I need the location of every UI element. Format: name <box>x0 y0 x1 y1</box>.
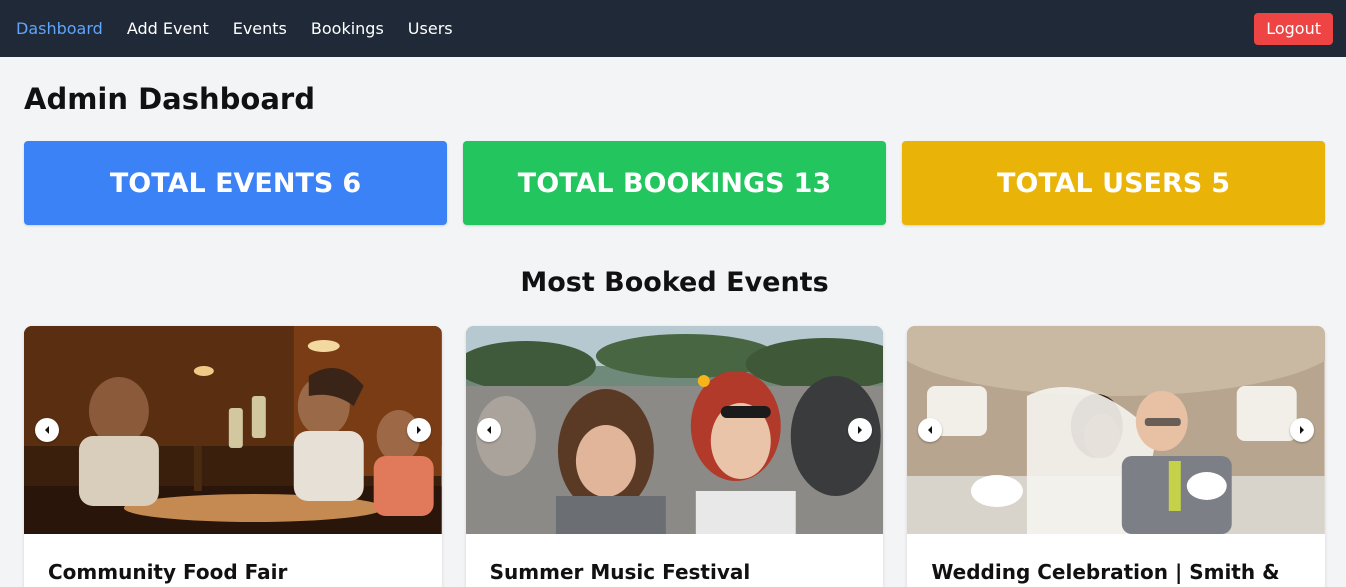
page-title: Admin Dashboard <box>24 82 315 116</box>
events-grid: Community Food Fair Summer Music Festiva… <box>24 326 1325 587</box>
event-image-carousel <box>24 326 442 534</box>
event-title: Wedding Celebration | Smith & <box>931 560 1280 584</box>
stat-value: 5 <box>1211 167 1231 199</box>
stat-card-total-users: TOTAL USERS 5 <box>902 141 1325 225</box>
event-title: Community Food Fair <box>48 560 288 584</box>
stat-value: 6 <box>342 167 362 199</box>
chevron-right-icon <box>416 426 421 434</box>
nav-links: Dashboard Add Event Events Bookings User… <box>16 19 453 38</box>
event-title: Summer Music Festival <box>489 560 751 584</box>
carousel-prev-button[interactable] <box>35 418 59 442</box>
nav-link-add-event[interactable]: Add Event <box>127 19 209 38</box>
stat-label: TOTAL EVENTS <box>109 167 334 199</box>
logout-button[interactable]: Logout <box>1254 12 1333 45</box>
chevron-right-icon <box>1299 426 1304 434</box>
main-content: Admin Dashboard TOTAL EVENTS 6 TOTAL BOO… <box>0 57 1346 587</box>
chevron-right-icon <box>858 426 863 434</box>
event-body: Wedding Celebration | Smith & <box>907 534 1325 586</box>
event-image-carousel <box>465 326 884 534</box>
chevron-left-icon <box>486 426 491 434</box>
festival-photo <box>465 326 884 534</box>
carousel-next-button[interactable] <box>1289 418 1314 442</box>
chevron-left-icon <box>45 426 49 434</box>
nav-link-bookings[interactable]: Bookings <box>311 19 384 38</box>
nav-link-events[interactable]: Events <box>233 19 287 38</box>
chevron-left-icon <box>928 426 933 434</box>
event-card[interactable]: Wedding Celebration | Smith & <box>907 326 1325 587</box>
event-card[interactable]: Summer Music Festival <box>465 326 884 587</box>
dinner-photo <box>24 326 442 534</box>
top-navbar: Dashboard Add Event Events Bookings User… <box>0 0 1346 57</box>
stat-label: TOTAL USERS <box>996 167 1203 199</box>
section-title-most-booked: Most Booked Events <box>520 267 829 298</box>
nav-link-dashboard[interactable]: Dashboard <box>16 19 103 38</box>
event-image-carousel <box>907 326 1325 534</box>
carousel-prev-button[interactable] <box>476 418 501 442</box>
carousel-next-button[interactable] <box>406 418 431 442</box>
wedding-photo <box>907 326 1325 534</box>
nav-link-users[interactable]: Users <box>408 19 453 38</box>
event-card[interactable]: Community Food Fair <box>24 326 442 587</box>
stat-value: 13 <box>793 167 832 199</box>
event-body: Summer Music Festival <box>466 534 884 586</box>
stat-label: TOTAL BOOKINGS <box>517 167 785 199</box>
stat-card-total-bookings: TOTAL BOOKINGS 13 <box>463 141 886 225</box>
stat-card-total-events: TOTAL EVENTS 6 <box>24 141 447 225</box>
stats-row: TOTAL EVENTS 6 TOTAL BOOKINGS 13 TOTAL U… <box>24 141 1325 225</box>
event-body: Community Food Fair <box>24 534 442 586</box>
